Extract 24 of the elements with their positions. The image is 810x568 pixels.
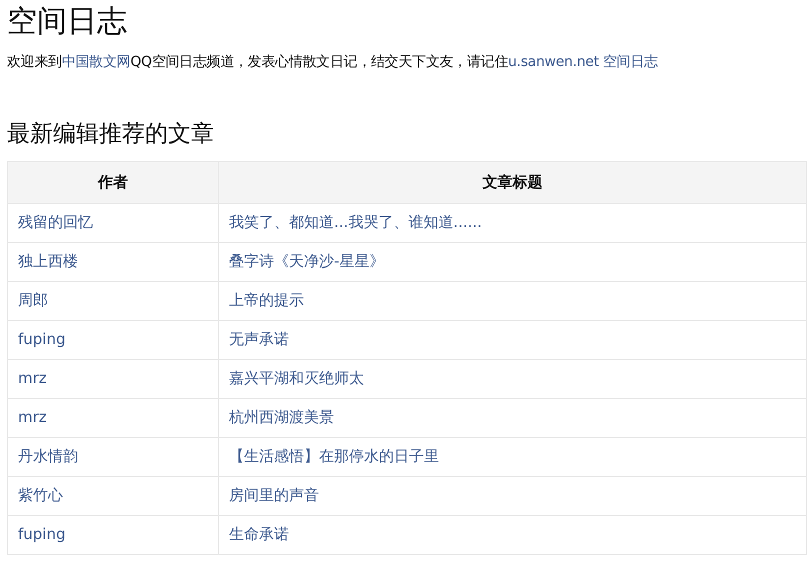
- column-header: 作者: [8, 161, 218, 204]
- author-link[interactable]: 残留的回忆: [18, 213, 93, 232]
- author-link[interactable]: mrz: [18, 369, 47, 388]
- author-link[interactable]: fuping: [18, 330, 66, 348]
- author-link[interactable]: mrz: [18, 408, 47, 426]
- article-link[interactable]: 上帝的提示: [229, 291, 304, 310]
- article-link[interactable]: 房间里的声音: [229, 486, 319, 504]
- author-link[interactable]: fuping: [18, 525, 66, 544]
- page-title: 空间日志: [7, 4, 128, 40]
- author-link[interactable]: 紫竹心: [18, 486, 63, 504]
- article-link[interactable]: 【生活感悟】在那停水的日子里: [229, 447, 439, 466]
- site-link[interactable]: 中国散文网: [62, 54, 130, 70]
- author-link[interactable]: 周郎: [18, 291, 48, 310]
- article-link[interactable]: 无声承诺: [229, 330, 289, 348]
- column-header: 文章标题: [218, 161, 806, 204]
- article-link[interactable]: 杭州西湖渡美景: [229, 408, 334, 426]
- article-link[interactable]: 嘉兴平湖和灭绝师太: [229, 369, 364, 388]
- intro-text: 欢迎来到中国散文网QQ空间日志频道，发表心情散文日记，结交天下文友，请记住u.sanwen.net 空间日志: [7, 53, 659, 72]
- article-link[interactable]: 叠字诗《天净沙-星星》: [229, 252, 384, 270]
- author-link[interactable]: 独上西楼: [18, 252, 78, 270]
- site-link[interactable]: u.sanwen.net 空间日志: [508, 54, 658, 70]
- author-link[interactable]: 丹水情韵: [18, 447, 78, 466]
- article-link[interactable]: 生命承诺: [229, 525, 289, 544]
- section-title: 最新编辑推荐的文章: [7, 121, 215, 149]
